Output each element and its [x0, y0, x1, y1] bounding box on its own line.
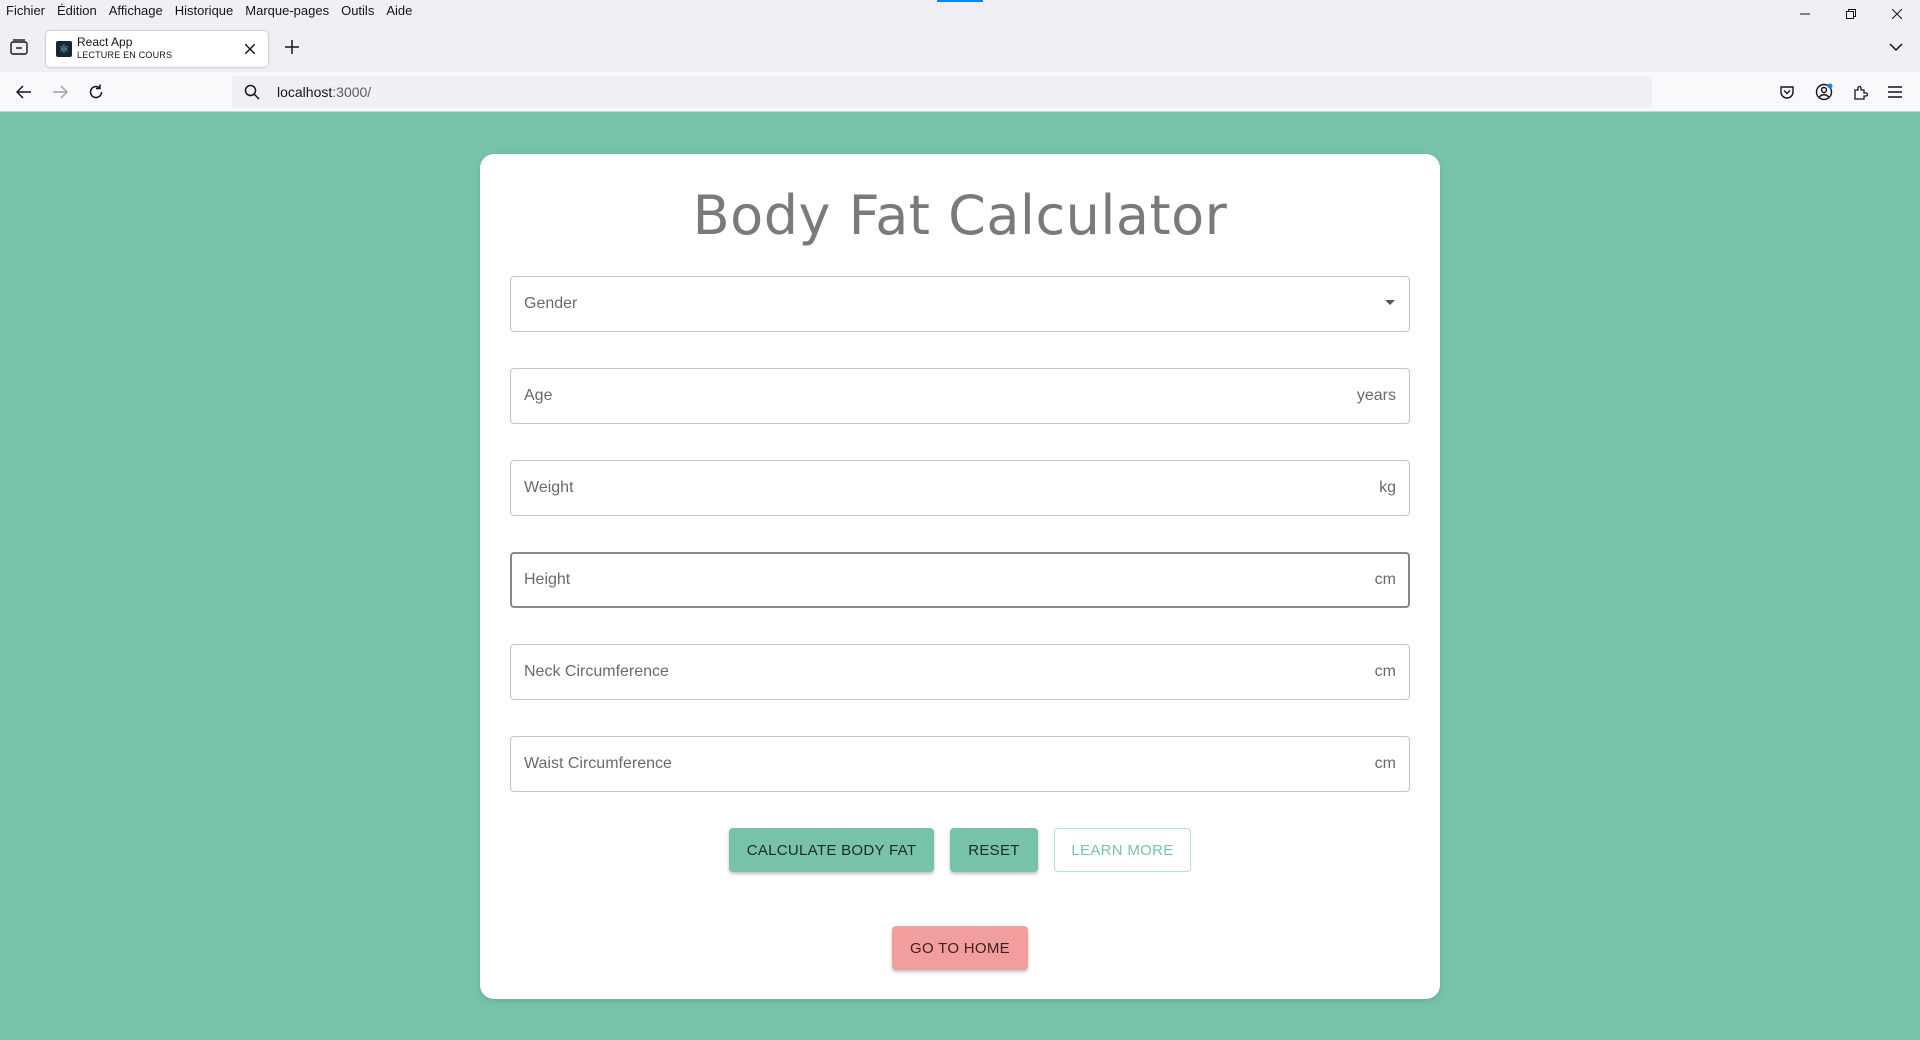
- waist-label: Waist Circumference: [524, 755, 672, 772]
- list-all-tabs-button[interactable]: [1886, 37, 1906, 57]
- page-title: Body Fat Calculator: [692, 184, 1228, 247]
- calculate-button[interactable]: CALCULATE BODY FAT: [729, 828, 934, 872]
- gender-label: Gender: [524, 295, 578, 312]
- menu-fichier[interactable]: Fichier: [0, 0, 51, 22]
- age-input[interactable]: Age years: [510, 368, 1410, 424]
- weight-unit: kg: [1379, 479, 1396, 496]
- tab-react-app[interactable]: ⚛ React App LECTURE EN COURS: [46, 31, 268, 67]
- neck-circumference-input[interactable]: Neck Circumference cm: [510, 644, 1410, 700]
- height-input[interactable]: Height cm: [510, 552, 1410, 608]
- puzzle-icon: [1854, 85, 1868, 100]
- menu-historique[interactable]: Historique: [169, 0, 240, 22]
- pocket-icon: [1780, 86, 1794, 99]
- reload-icon: [89, 84, 103, 99]
- menu-marque-pages[interactable]: Marque-pages: [239, 0, 335, 22]
- forward-button[interactable]: [48, 80, 72, 104]
- search-icon: [244, 84, 260, 100]
- menu-edition[interactable]: Édition: [51, 0, 103, 22]
- arrow-left-icon: [16, 85, 31, 99]
- tab-close-button[interactable]: [240, 39, 260, 59]
- restore-icon: [1846, 9, 1856, 19]
- react-icon: ⚛: [56, 41, 72, 57]
- neck-unit: cm: [1374, 663, 1396, 680]
- plus-icon: [285, 40, 299, 54]
- menu-bar: Fichier Édition Affichage Historique Mar…: [0, 0, 1920, 22]
- pocket-button[interactable]: [1775, 80, 1799, 104]
- height-unit: cm: [1374, 571, 1396, 588]
- tab-playing-label: LECTURE EN COURS: [77, 50, 173, 60]
- waist-unit: cm: [1374, 755, 1396, 772]
- waist-circumference-input[interactable]: Waist Circumference cm: [510, 736, 1410, 792]
- neck-label: Neck Circumference: [524, 663, 669, 680]
- window-drag-indicator: [937, 0, 983, 2]
- account-button[interactable]: [1812, 80, 1836, 104]
- reset-button[interactable]: RESET: [950, 828, 1038, 872]
- gender-select[interactable]: Gender: [510, 276, 1410, 332]
- tab-manager-icon: [10, 39, 28, 55]
- url-host: localhost: [277, 84, 333, 100]
- age-label: Age: [524, 387, 553, 404]
- close-icon: [245, 44, 255, 54]
- tab-list-button[interactable]: [10, 39, 30, 57]
- reload-button[interactable]: [84, 80, 108, 104]
- weight-label: Weight: [524, 479, 574, 496]
- app-menu-button[interactable]: [1883, 80, 1907, 104]
- age-unit: years: [1356, 387, 1396, 404]
- weight-input[interactable]: Weight kg: [510, 460, 1410, 516]
- go-home-button[interactable]: GO TO HOME: [892, 926, 1028, 970]
- chevron-down-icon: [1889, 43, 1903, 51]
- hamburger-icon: [1888, 86, 1902, 98]
- account-icon: [1815, 83, 1833, 101]
- menu-outils[interactable]: Outils: [335, 0, 380, 22]
- extensions-button[interactable]: [1848, 80, 1872, 104]
- menu-affichage[interactable]: Affichage: [103, 0, 169, 22]
- url-text[interactable]: localhost:3000/: [277, 84, 371, 100]
- arrow-right-icon: [53, 85, 68, 99]
- learn-more-button[interactable]: LEARN MORE: [1054, 828, 1191, 872]
- height-label: Height: [524, 571, 571, 588]
- navigation-toolbar: localhost:3000/: [0, 72, 1920, 112]
- new-tab-button[interactable]: [280, 35, 304, 59]
- url-bar[interactable]: localhost:3000/: [232, 76, 1652, 108]
- tab-bar: ⚛ React App LECTURE EN COURS: [0, 22, 1920, 72]
- close-icon: [1892, 9, 1902, 19]
- tab-title: React App: [77, 35, 133, 49]
- url-port-path: :3000/: [332, 84, 372, 100]
- minimize-icon: [1800, 13, 1810, 15]
- dropdown-arrow-icon: [1385, 300, 1395, 305]
- menu-aide[interactable]: Aide: [380, 0, 418, 22]
- back-button[interactable]: [12, 80, 36, 104]
- calculator-card: Body Fat Calculator Gender Age years Wei…: [480, 154, 1440, 999]
